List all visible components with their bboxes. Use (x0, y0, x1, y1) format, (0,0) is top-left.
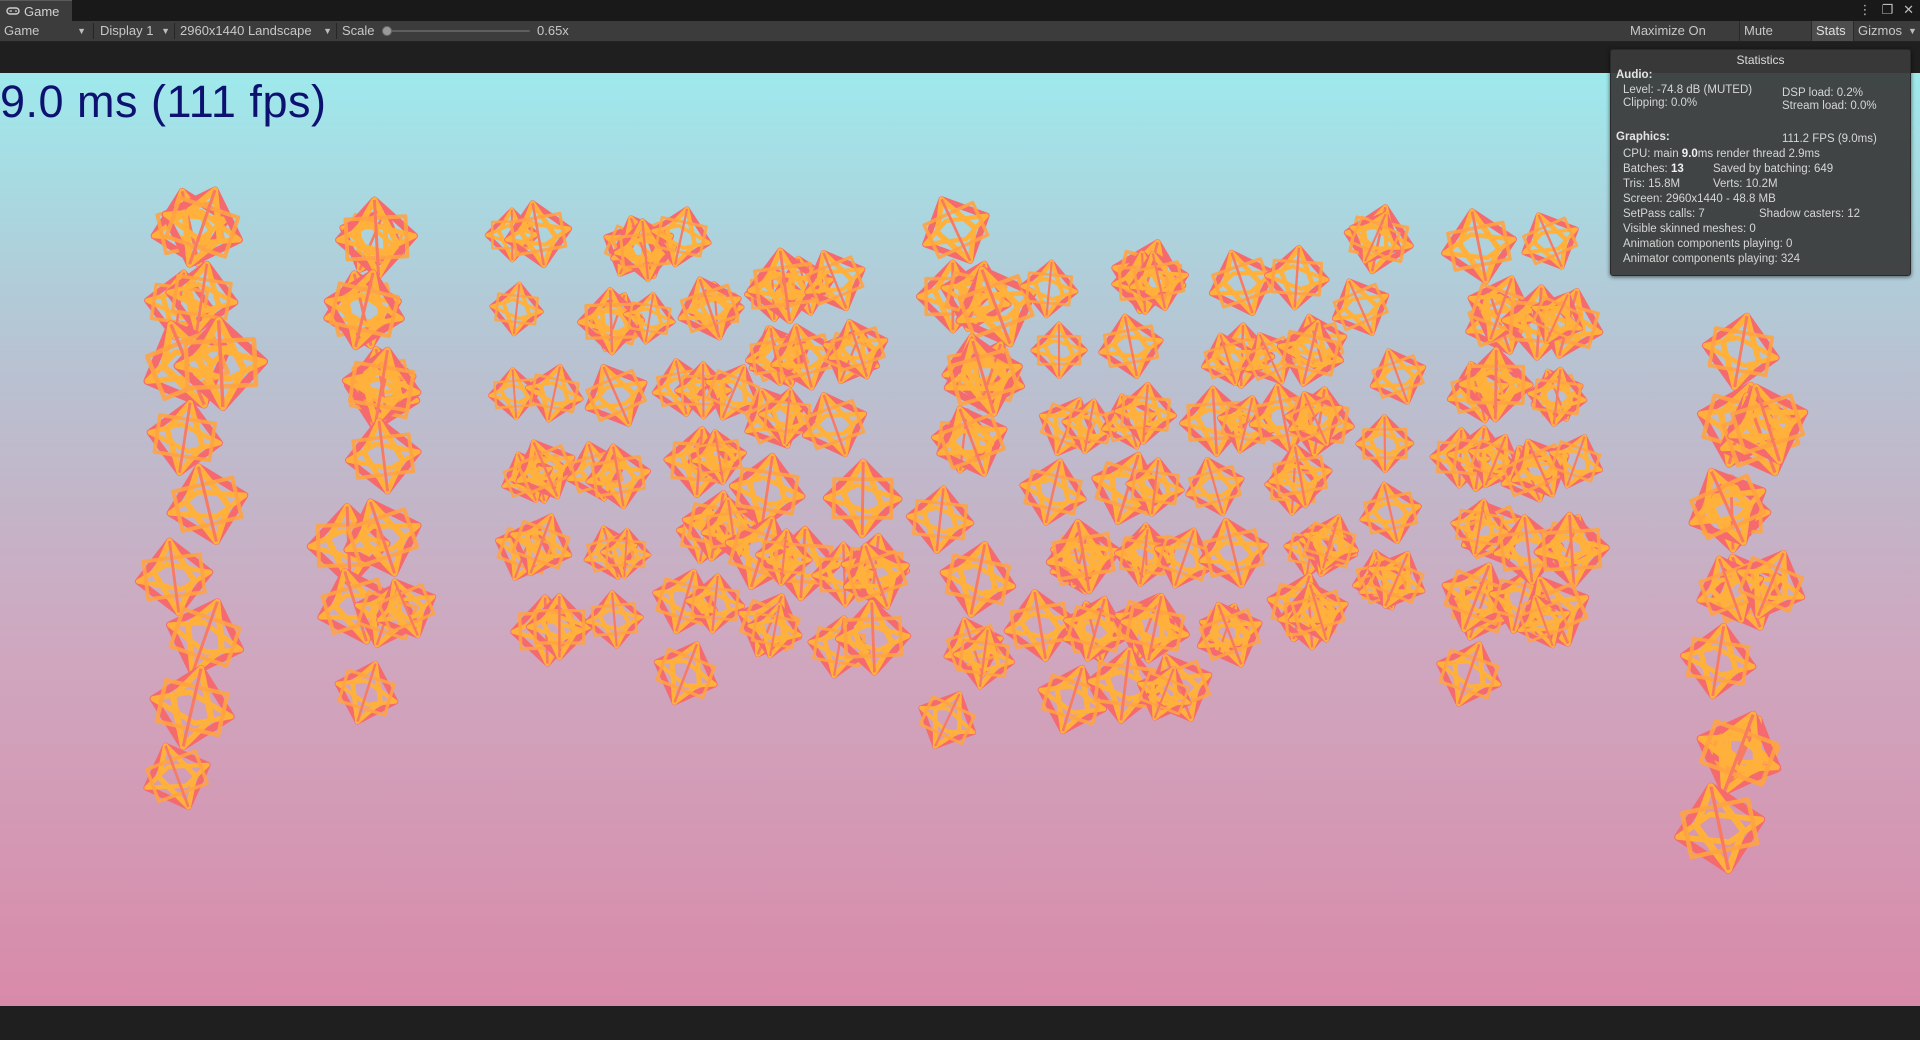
chevron-down-icon: ▼ (77, 26, 86, 36)
window-tab-strip: Game ⋮ ❐ ✕ (0, 0, 1920, 22)
wireframe-octahedron (579, 521, 643, 585)
animator-components: Animator components playing: 324 (1623, 253, 1801, 265)
wireframe-octahedron (905, 485, 974, 554)
wireframe-octahedron (909, 682, 986, 759)
resolution-dropdown-value: 2960x1440 Landscape (180, 23, 312, 38)
wireframe-octahedron (1015, 454, 1091, 530)
cpu-main-value: 9.0 (1681, 148, 1698, 160)
wireframe-octahedron (1265, 246, 1329, 310)
wireframe-octahedron (1043, 516, 1123, 596)
stats-button[interactable]: Stats (1811, 21, 1853, 41)
dsp-load: DSP load: 0.2% (1782, 87, 1863, 99)
cpu-suffix: ms render thread 2.9ms (1697, 148, 1820, 160)
wireframe-octahedron (1429, 634, 1509, 714)
wireframe-octahedron (1678, 621, 1759, 702)
wireframe-octahedron (1699, 310, 1782, 393)
visible-skinned-meshes: Visible skinned meshes: 0 (1623, 223, 1756, 235)
wireframe-octahedron (936, 537, 1020, 621)
tris: Tris: 15.8M (1623, 178, 1681, 190)
wireframe-octahedron (1095, 311, 1166, 382)
wireframe-octahedron (1669, 778, 1770, 879)
wireframe-octahedron (319, 264, 410, 355)
cpu-timing: CPU: main 9.0ms render thread 2.9ms (1623, 147, 1820, 161)
wireframe-octahedron (145, 397, 225, 477)
animation-components: Animation components playing: 0 (1623, 238, 1793, 250)
shadow-casters: Shadow casters: 12 (1759, 208, 1861, 220)
wireframe-octahedron (1194, 513, 1274, 593)
wireframe-octahedron (1297, 509, 1364, 576)
batches-prefix: Batches: (1623, 163, 1671, 175)
mode-dropdown-value: Game (4, 23, 40, 38)
wireframe-octahedron (937, 330, 1031, 424)
wireframe-octahedron (134, 536, 215, 617)
setpass-calls: SetPass calls: 7 (1623, 208, 1705, 220)
wireframe-octahedron (489, 281, 544, 336)
display-dropdown[interactable]: Display 1 ▼ (100, 21, 172, 41)
wireframe-octahedron (339, 344, 424, 429)
maximize-icon[interactable]: ❐ (1881, 2, 1893, 18)
wireframe-octahedron (344, 417, 423, 496)
wireframe-octahedron (579, 289, 643, 353)
graphics-heading: Graphics: (1616, 131, 1670, 143)
statistics-panel: Statistics Audio: Level: -74.8 dB (MUTED… (1610, 49, 1911, 276)
wireframe-octahedron (1180, 452, 1250, 522)
graphics-fps: 111.2 FPS (9.0ms) (1782, 133, 1877, 145)
wireframe-octahedron (522, 361, 587, 426)
wireframe-octahedron (1147, 521, 1221, 595)
wireframe-octahedron (585, 590, 643, 648)
wireframe-octahedron (135, 734, 219, 818)
wireframe-octahedron (328, 655, 404, 731)
wireframe-octahedron (671, 269, 749, 347)
kebab-menu-icon[interactable]: ⋮ (1858, 2, 1871, 18)
batches: Batches: 13 (1623, 162, 1684, 176)
wireframe-octahedron (826, 461, 900, 535)
wireframe-octahedron (1356, 478, 1426, 548)
tab-game[interactable]: Game (0, 0, 72, 21)
viewport-letterbox-bottom (0, 1006, 1920, 1040)
frame-time-overlay: 9.0 ms (111 fps) (0, 76, 327, 127)
mute-audio-button[interactable]: Mute Audio (1739, 21, 1811, 58)
wireframe-octahedron (575, 354, 657, 436)
cpu-prefix: CPU: main (1623, 148, 1682, 160)
wireframe-octahedron (1512, 203, 1587, 278)
scale-value: 0.65x (537, 23, 569, 38)
audio-level: Level: -74.8 dB (MUTED) (1623, 84, 1753, 96)
stream-load: Stream load: 0.0% (1782, 100, 1877, 112)
audio-clipping: Clipping: 0.0% (1623, 97, 1698, 109)
wireframe-octahedron (1437, 205, 1520, 288)
batches-value: 13 (1670, 163, 1684, 175)
saved-by-batching: Saved by batching: 649 (1713, 163, 1834, 175)
statistics-title: Statistics (1736, 53, 1785, 67)
wireframe-octahedron (153, 177, 252, 276)
gizmos-chevron-down-icon[interactable]: ▼ (1908, 21, 1917, 41)
display-dropdown-value: Display 1 (100, 23, 154, 38)
maximize-on-play-button[interactable]: Maximize On Play (1626, 21, 1738, 58)
scale-slider-handle[interactable] (382, 26, 392, 36)
gizmos-button[interactable]: Gizmos (1853, 21, 1907, 41)
scale-slider-track[interactable] (386, 30, 530, 32)
wireframe-octahedron (822, 313, 895, 386)
audio-heading: Audio: (1616, 69, 1653, 81)
gamepad-icon (6, 6, 20, 16)
wireframe-octahedron (645, 633, 726, 714)
close-icon[interactable]: ✕ (1903, 2, 1914, 18)
wireframe-octahedron (1358, 416, 1413, 471)
resolution-dropdown[interactable]: 2960x1440 Landscape ▼ (180, 21, 334, 41)
wireframe-octahedron (1526, 366, 1588, 428)
tab-label: Game (24, 3, 60, 19)
chevron-down-icon: ▼ (161, 26, 170, 36)
wireframe-octahedron (1363, 341, 1433, 411)
wireframe-octahedron (1535, 513, 1609, 587)
wireframe-octahedron (144, 660, 240, 756)
wireframe-octahedron (1033, 324, 1086, 377)
screen-info: Screen: 2960x1440 - 48.8 MB (1623, 193, 1776, 205)
chevron-down-icon: ▼ (323, 26, 332, 36)
verts: Verts: 10.2M (1713, 178, 1778, 190)
scale-label: Scale (342, 23, 375, 38)
game-view-toolbar: Game ▼ Display 1 ▼ 2960x1440 Landscape ▼… (0, 21, 1920, 58)
mode-dropdown[interactable]: Game ▼ (4, 21, 88, 41)
